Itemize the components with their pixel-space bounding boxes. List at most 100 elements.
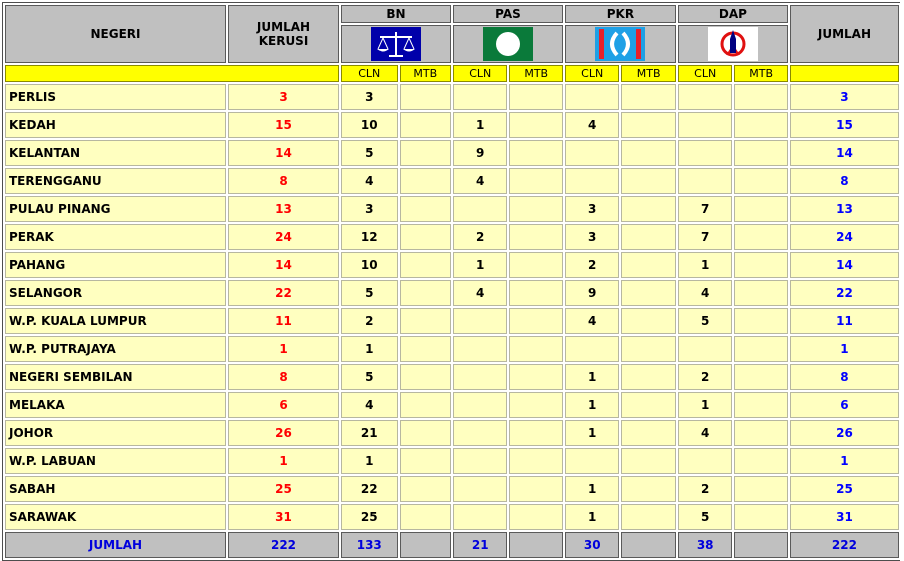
total-cell: 11 (789, 308, 899, 334)
pkr-cln-cell: 3 (564, 224, 620, 250)
pas-cln-cell: 4 (452, 280, 508, 306)
dap-cln-cell (677, 448, 733, 474)
election-results-panel: NEGERI JUMLAH KERUSI BN PAS PKR DAP JUML… (2, 2, 901, 561)
footer-dap-cln: 38 (677, 532, 733, 558)
seats-cell: 31 (228, 504, 339, 530)
pkr-cln-cell (564, 140, 620, 166)
pas-cln-cell (452, 84, 508, 110)
table-row: PAHANG 14 10 1 2 1 14 (5, 252, 899, 278)
pas-cln-cell (452, 308, 508, 334)
pas-cln-cell: 9 (452, 140, 508, 166)
footer-dap-mtb (734, 532, 788, 558)
pkr-mtb-cell (621, 476, 676, 502)
subheader-pkr-cln: CLN (564, 65, 620, 82)
total-cell: 31 (789, 504, 899, 530)
seats-cell: 26 (228, 420, 339, 446)
rocket-icon (707, 27, 758, 61)
pas-cln-cell (452, 504, 508, 530)
total-cell: 3 (789, 84, 899, 110)
pkr-cln-cell: 2 (564, 252, 620, 278)
seats-cell: 8 (228, 168, 339, 194)
footer-pkr-cln: 30 (564, 532, 620, 558)
dap-mtb-cell (734, 504, 788, 530)
table-row: NEGERI SEMBILAN 8 5 1 2 8 (5, 364, 899, 390)
dap-cln-cell (677, 140, 733, 166)
pas-mtb-cell (509, 364, 563, 390)
pas-mtb-cell (509, 504, 563, 530)
dap-cln-cell: 1 (677, 392, 733, 418)
table-row: W.P. PUTRAJAYA 1 1 1 (5, 336, 899, 362)
table-row: SARAWAK 31 25 1 5 31 (5, 504, 899, 530)
pkr-cln-cell: 1 (564, 476, 620, 502)
pas-cln-cell (452, 336, 508, 362)
subheader-bn-mtb: MTB (399, 65, 451, 82)
dap-cln-cell (677, 84, 733, 110)
total-cell: 1 (789, 336, 899, 362)
pkr-mtb-cell (621, 252, 676, 278)
seats-cell: 3 (228, 84, 339, 110)
subheader-pas-mtb: MTB (509, 65, 563, 82)
scales-icon (370, 27, 421, 61)
pas-mtb-cell (509, 420, 563, 446)
bn-mtb-cell (399, 392, 451, 418)
state-cell: TERENGGANU (5, 168, 226, 194)
bn-mtb-cell (399, 196, 451, 222)
dap-mtb-cell (734, 252, 788, 278)
table-row: PERLIS 3 3 3 (5, 84, 899, 110)
subheader-dap-mtb: MTB (734, 65, 788, 82)
bn-mtb-cell (399, 364, 451, 390)
party-name-bn: BN (341, 5, 451, 23)
pas-mtb-cell (509, 308, 563, 334)
pas-mtb-cell (509, 448, 563, 474)
results-table: NEGERI JUMLAH KERUSI BN PAS PKR DAP JUML… (3, 3, 901, 560)
pkr-mtb-cell (621, 364, 676, 390)
party-logo-pas-cell (452, 25, 563, 63)
dap-cln-cell: 2 (677, 476, 733, 502)
pkr-cln-cell (564, 448, 620, 474)
pkr-cln-cell (564, 168, 620, 194)
pas-mtb-cell (509, 336, 563, 362)
bn-cln-cell: 22 (341, 476, 398, 502)
state-cell: W.P. LABUAN (5, 448, 226, 474)
state-cell: PERAK (5, 224, 226, 250)
bn-cln-cell: 5 (341, 364, 398, 390)
pkr-cln-cell: 1 (564, 420, 620, 446)
bn-cln-cell: 21 (341, 420, 398, 446)
dap-cln-cell: 4 (677, 420, 733, 446)
bn-cln-cell: 2 (341, 308, 398, 334)
footer-pas-cln: 21 (452, 532, 508, 558)
seats-cell: 24 (228, 224, 339, 250)
pkr-cln-cell: 3 (564, 196, 620, 222)
table-row: W.P. KUALA LUMPUR 11 2 4 5 11 (5, 308, 899, 334)
bn-cln-cell: 12 (341, 224, 398, 250)
bn-mtb-cell (399, 448, 451, 474)
dap-cln-cell: 7 (677, 196, 733, 222)
total-cell: 15 (789, 112, 899, 138)
pas-cln-cell (452, 364, 508, 390)
bn-mtb-cell (399, 504, 451, 530)
pkr-cln-cell (564, 84, 620, 110)
table-row: KEDAH 15 10 1 4 15 (5, 112, 899, 138)
bn-mtb-cell (399, 112, 451, 138)
pkr-mtb-cell (621, 196, 676, 222)
bn-cln-cell: 4 (341, 168, 398, 194)
header-total: JUMLAH (789, 5, 899, 63)
pas-mtb-cell (509, 392, 563, 418)
bn-mtb-cell (399, 420, 451, 446)
results-body: PERLIS 3 3 3 KEDAH 15 10 1 4 15 KELANTAN 14 5 9 14 TERE… (5, 84, 899, 530)
pas-cln-cell (452, 420, 508, 446)
pas-cln-cell: 2 (452, 224, 508, 250)
dap-cln-cell (677, 112, 733, 138)
bn-cln-cell: 10 (341, 252, 398, 278)
pas-cln-cell (452, 448, 508, 474)
seats-cell: 1 (228, 336, 339, 362)
seats-cell: 25 (228, 476, 339, 502)
dap-cln-cell: 2 (677, 364, 733, 390)
seats-cell: 15 (228, 112, 339, 138)
dap-cln-cell (677, 336, 733, 362)
state-cell: PAHANG (5, 252, 226, 278)
seats-cell: 14 (228, 140, 339, 166)
bn-mtb-cell (399, 224, 451, 250)
state-cell: W.P. PUTRAJAYA (5, 336, 226, 362)
dap-mtb-cell (734, 196, 788, 222)
